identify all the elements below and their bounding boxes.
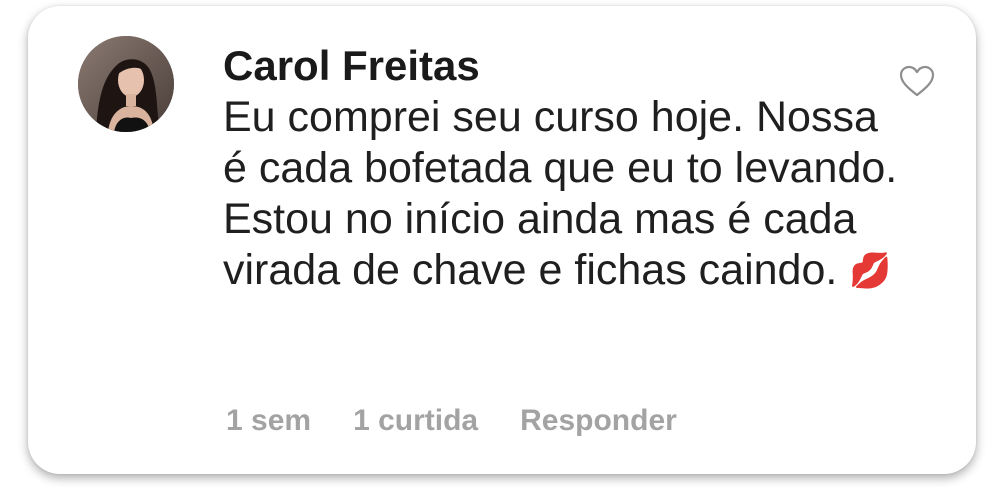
comment-card: Carol Freitas Eu comprei seu curso hoje.… [28,6,976,474]
comment-content: Carol Freitas Eu comprei seu curso hoje.… [223,40,923,297]
comment-body: Eu comprei seu curso hoje. Nossa é cada … [223,93,898,294]
avatar-photo [78,36,174,132]
comment-author[interactable]: Carol Freitas [223,40,923,92]
comment-text: Eu comprei seu curso hoje. Nossa é cada … [223,92,913,297]
reply-button[interactable]: Responder [520,404,677,438]
heart-outline-icon[interactable] [898,64,936,98]
kiss-emoji: 💋 [849,252,892,290]
comment-likes[interactable]: 1 curtida [353,404,478,438]
comment-time: 1 sem [226,404,312,437]
avatar[interactable] [78,36,174,132]
comment-meta: 1 sem 1 curtida Responder [226,404,677,438]
